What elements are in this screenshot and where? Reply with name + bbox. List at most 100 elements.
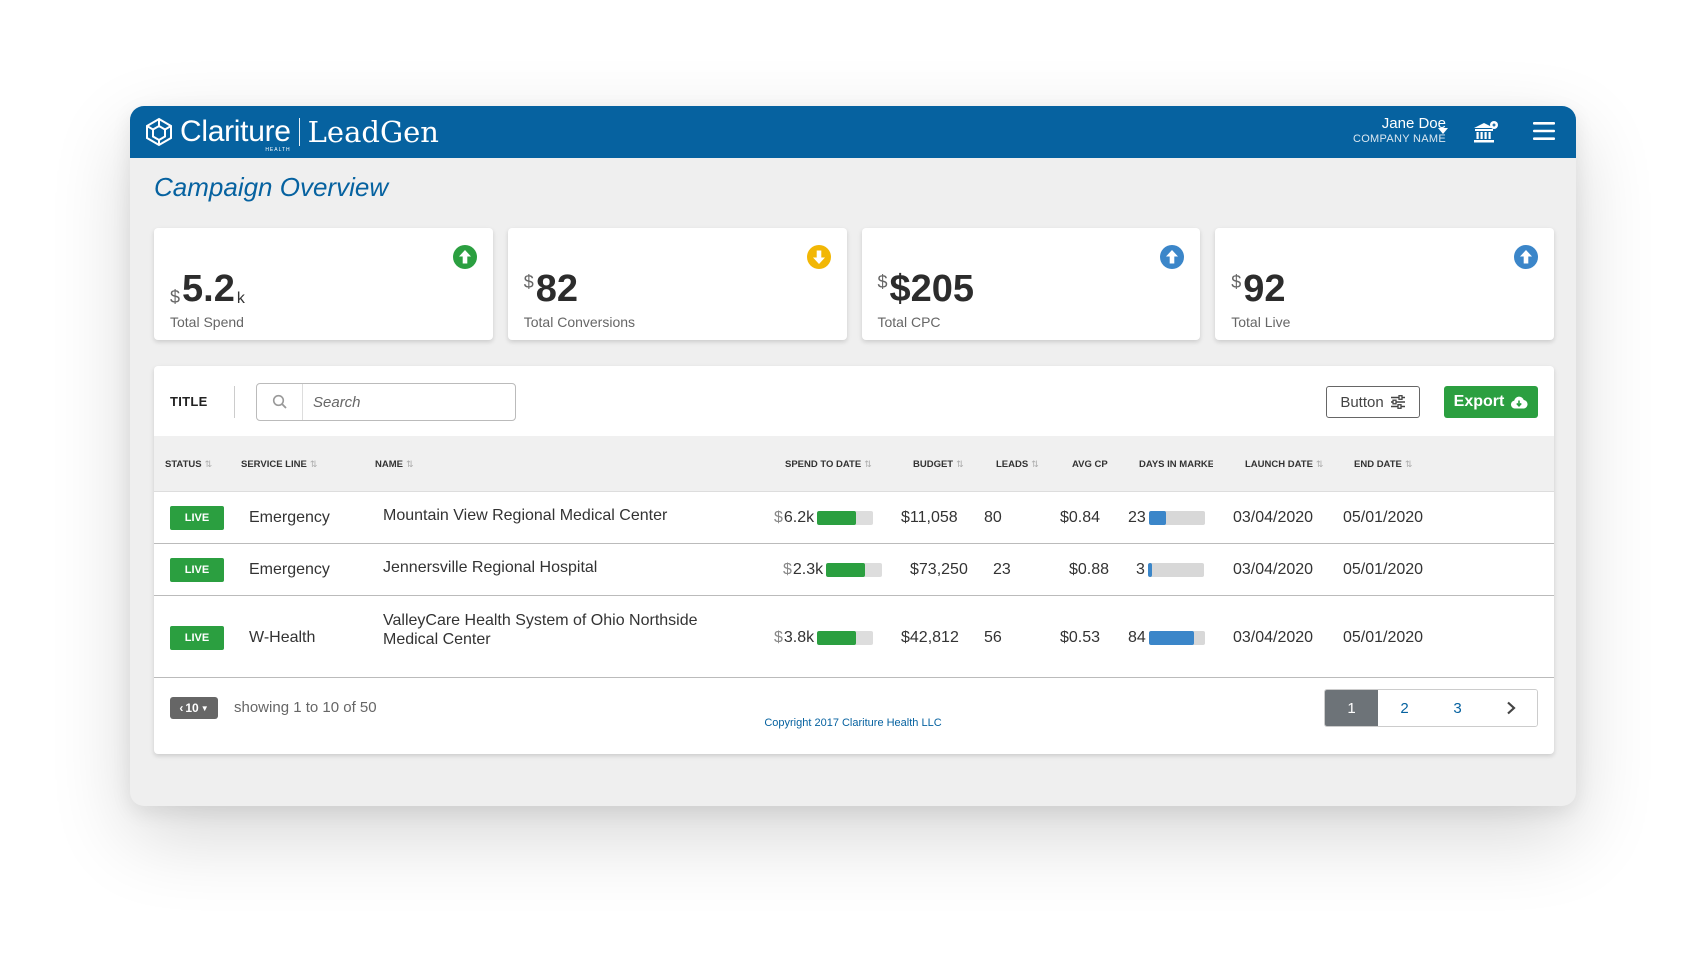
search-box (256, 383, 516, 421)
leads-cell: 80 (984, 509, 1002, 526)
export-button[interactable]: Export (1444, 386, 1538, 418)
campaign-table-panel: TITLE Button Export STATUS⇅ SERVICE LINE… (154, 366, 1554, 754)
days-progress-bar (1147, 563, 1204, 577)
days-in-market-cell: 84 (1128, 629, 1205, 647)
spend-progress-fill (817, 511, 857, 525)
sort-icon: ⇅ (309, 459, 318, 469)
currency-symbol: $ (774, 629, 783, 646)
table-footer: ‹ 10 ▼ showing 1 to 10 of 50 1 2 3 (154, 678, 1554, 740)
trend-up-icon (1160, 245, 1185, 269)
column-header-label: STATUS (165, 459, 202, 470)
toolbar-divider (234, 386, 235, 418)
currency-symbol: $ (783, 561, 792, 578)
campaign-name-cell[interactable]: Mountain View Regional Medical Center (383, 507, 667, 525)
sort-icon: ⇅ (864, 459, 872, 469)
column-header-budget[interactable]: BUDGET ⇅ (913, 459, 964, 470)
column-header-label: SERVICE LINE (241, 459, 307, 470)
card-total-conversions: $ 82 Total Conversions (507, 228, 847, 340)
search-input[interactable] (303, 384, 515, 420)
export-button-label: Export (1453, 393, 1505, 410)
sliders-icon (1390, 395, 1405, 409)
brand-logo[interactable]: Clariture HEALTH LeadGen (144, 114, 439, 153)
per-page-select[interactable]: ‹ 10 ▼ (170, 697, 218, 719)
status-badge: LIVE (170, 506, 224, 530)
days-value: 3 (1136, 561, 1145, 578)
days-progress-fill (1148, 511, 1166, 525)
days-progress-bar (1148, 511, 1205, 525)
brand-name-text: Clariture (180, 115, 291, 148)
spend-cell: $3.8k (774, 629, 874, 647)
table-row[interactable]: LIVE Emergency Jennersville Regional Hos… (154, 544, 1554, 596)
campaign-name-cell[interactable]: ValleyCare Health System of Ohio Northsi… (383, 611, 753, 649)
metric-number: 82 (535, 268, 579, 310)
column-header-service-line[interactable]: SERVICE LINE ⇅ (241, 459, 317, 470)
metric-value: $ 82 (524, 270, 578, 308)
search-icon[interactable] (257, 384, 303, 420)
currency-symbol: $ (1231, 272, 1242, 292)
card-total-live: $ 92 Total Live (1215, 228, 1554, 340)
spend-value: 3.8k (783, 629, 815, 646)
trend-up-icon (452, 245, 477, 269)
metric-value: $ $205 (878, 270, 975, 308)
card-total-cpc: $ $205 Total CPC (861, 228, 1201, 340)
spend-value: 6.2k (783, 509, 815, 526)
avg-cpi-cell: $0.53 (1060, 629, 1101, 646)
days-value: 84 (1128, 629, 1146, 646)
launch-date-cell: 03/04/2020 (1233, 629, 1314, 646)
service-line-cell: Emergency (249, 509, 330, 526)
chevron-left-icon: ‹ (179, 701, 184, 715)
column-header-label: LAUNCH DATE (1245, 459, 1313, 470)
column-header-leads[interactable]: LEADS ⇅ (996, 459, 1039, 470)
caret-down-icon: ▼ (200, 703, 209, 713)
currency-symbol: $ (774, 509, 783, 526)
filter-button[interactable]: Button (1326, 386, 1420, 418)
top-navbar: Clariture HEALTH LeadGen Jane Doe COMPANY… (130, 106, 1576, 158)
hamburger-menu-icon[interactable] (1532, 120, 1556, 142)
brand-subtext: HEALTH (265, 147, 291, 153)
avg-cpi-cell: $0.84 (1060, 509, 1101, 526)
column-header-end-date[interactable]: END DATE ⇅ (1354, 459, 1412, 470)
column-header-label: BUDGET (913, 459, 954, 470)
column-header-label: AVG CPI (1072, 459, 1108, 470)
sort-icon: ⇅ (204, 459, 213, 469)
end-date-cell: 05/01/2020 (1343, 629, 1424, 646)
column-header-label: END DATE (1354, 459, 1402, 470)
service-line-cell: Emergency (249, 561, 330, 578)
leads-cell: 23 (993, 561, 1011, 578)
sort-icon: ⇅ (1031, 459, 1039, 469)
sort-icon: ⇅ (1315, 459, 1324, 469)
product-name: LeadGen (307, 114, 439, 149)
institution-icon[interactable] (1473, 120, 1499, 144)
campaign-name-cell[interactable]: Jennersville Regional Hospital (383, 559, 597, 577)
days-in-market-cell: 3 (1136, 561, 1204, 579)
brand-divider (298, 118, 300, 146)
filter-button-label: Button (1340, 393, 1384, 411)
caret-down-icon[interactable] (1438, 128, 1448, 134)
table-row[interactable]: LIVE Emergency Mountain View Regional Me… (154, 492, 1554, 544)
column-header-launch-date[interactable]: LAUNCH DATE ⇅ (1245, 459, 1323, 470)
column-header-label: LEADS (996, 459, 1029, 470)
per-page-value: 10 (185, 701, 199, 715)
chevron-right-icon (1506, 701, 1516, 715)
table-header: STATUS ⇅ SERVICE LINE ⇅ NAME ⇅ SPEND TO DAT… (154, 436, 1554, 492)
spend-value: 2.3k (792, 561, 824, 578)
column-header-days-in-market[interactable]: DAYS IN MARKET (1139, 459, 1213, 470)
column-header-name[interactable]: NAME ⇅ (375, 459, 414, 470)
user-menu[interactable]: Jane Doe COMPANY NAME (1353, 115, 1446, 145)
column-header-spend-to-date[interactable]: SPEND TO DATE ⇅ (785, 459, 872, 470)
cube-logo-icon (146, 117, 172, 147)
spend-progress-bar (817, 511, 874, 525)
metric-cards: $ 5.2 k Total Spend $ 82 Total Conversio… (154, 228, 1554, 340)
metric-label: Total Live (1231, 314, 1291, 330)
column-header-status[interactable]: STATUS ⇅ (165, 459, 212, 470)
column-header-avg-cpi[interactable]: AVG CPI (1072, 459, 1108, 470)
app-window: Clariture HEALTH LeadGen Jane Doe COMPANY… (130, 106, 1576, 806)
currency-symbol: $ (170, 287, 181, 307)
cloud-download-icon (1511, 396, 1528, 408)
status-badge: LIVE (170, 626, 224, 650)
company-name: COMPANY NAME (1352, 133, 1446, 145)
launch-date-cell: 03/04/2020 (1233, 561, 1314, 578)
currency-symbol: $ (523, 272, 534, 292)
spend-progress-fill (826, 563, 866, 577)
table-row[interactable]: LIVE W-Health ValleyCare Health System o… (154, 596, 1554, 678)
